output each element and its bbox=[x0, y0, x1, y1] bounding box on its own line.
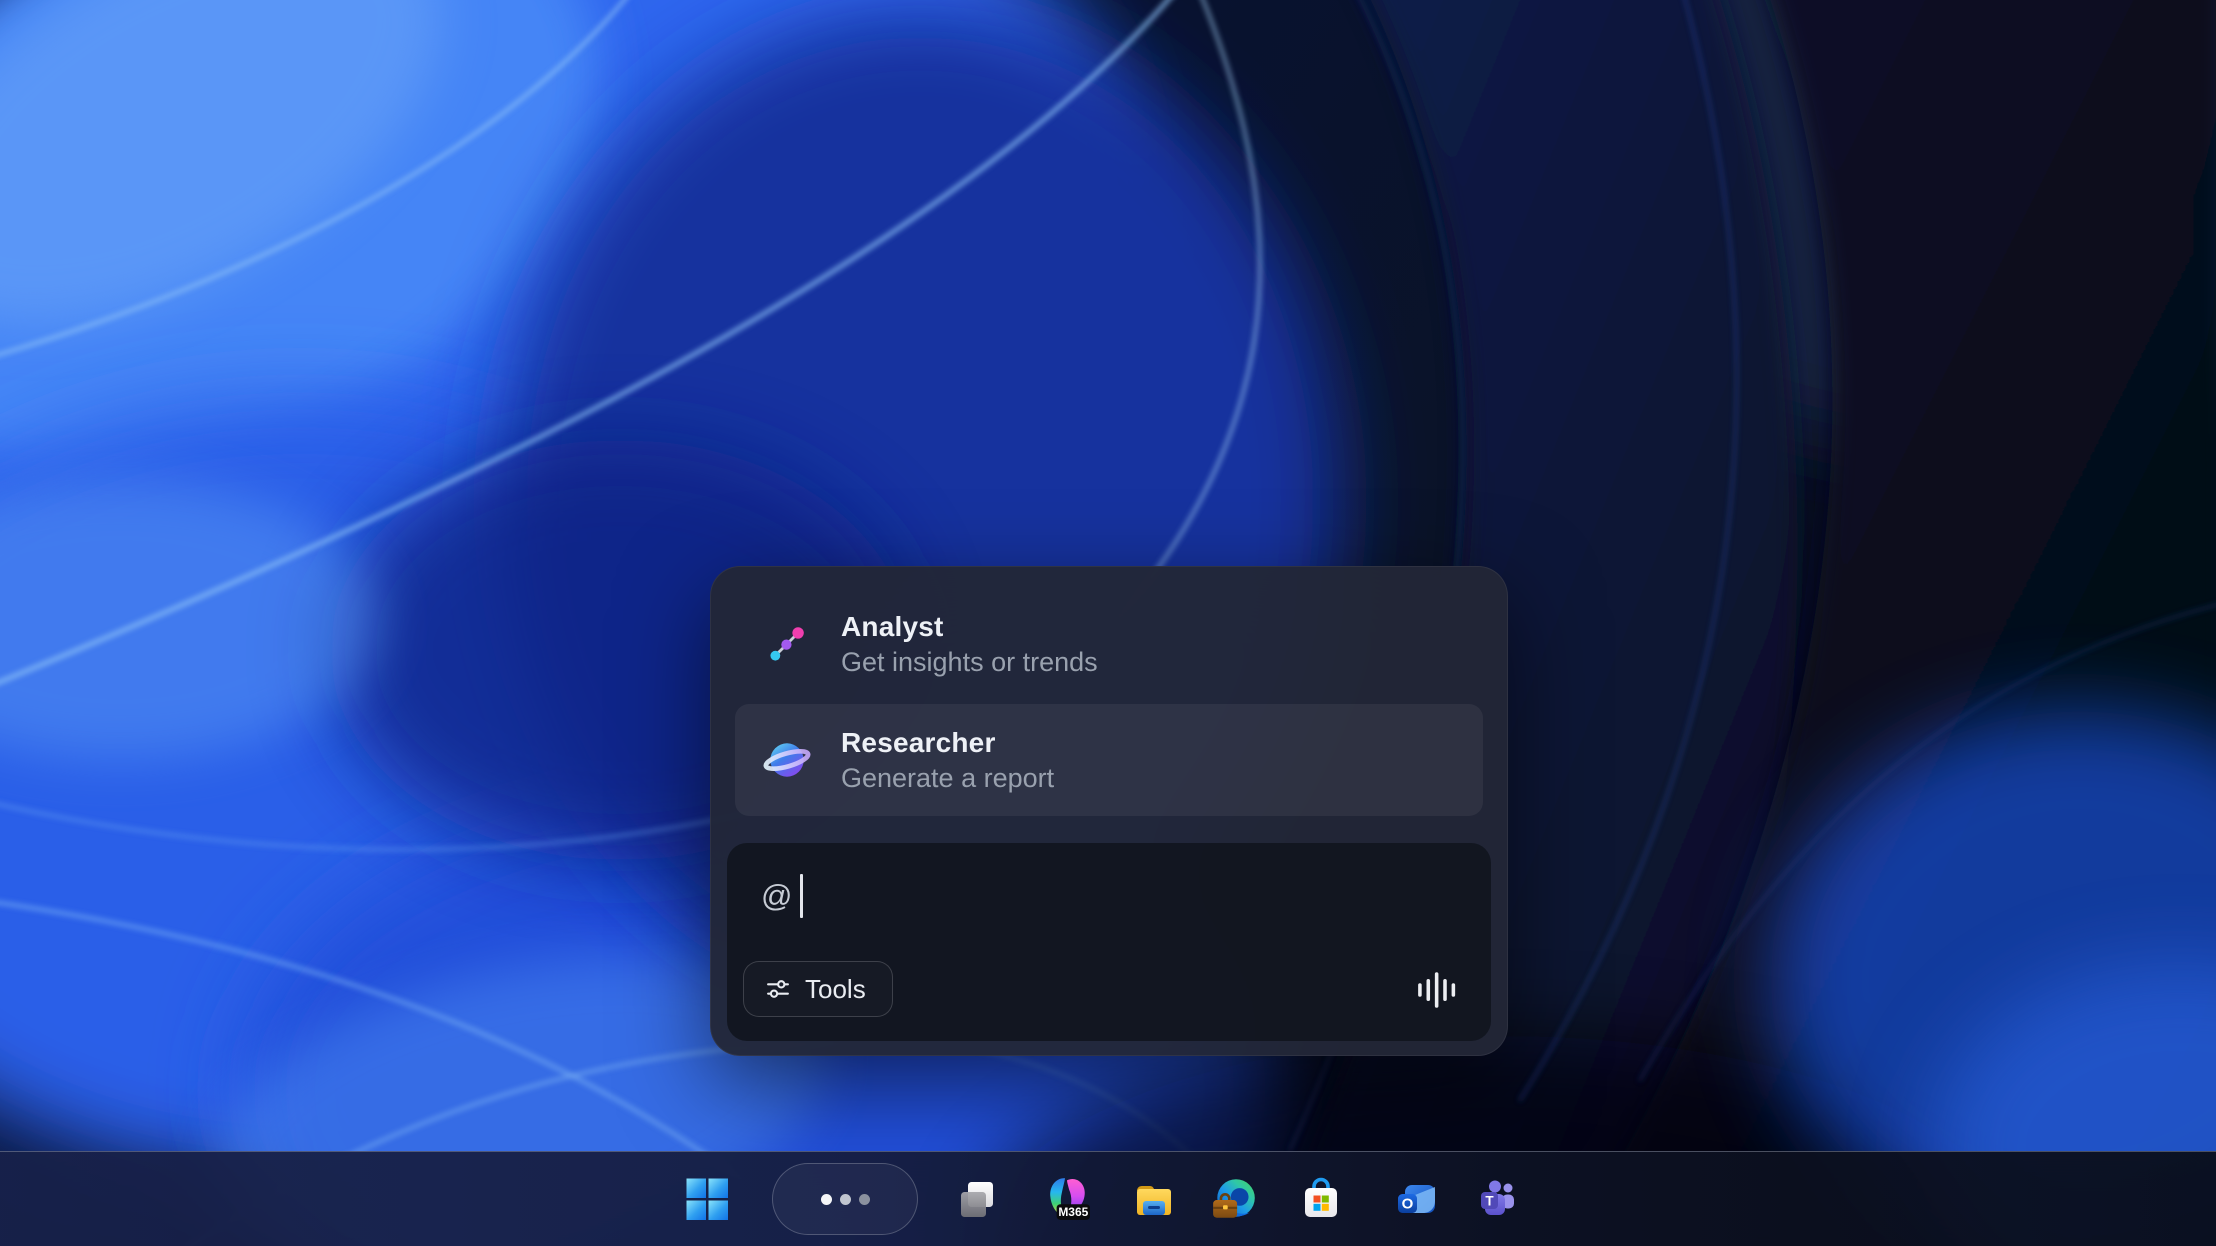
voice-waveform-icon bbox=[1415, 969, 1461, 1011]
windows-start-icon bbox=[683, 1175, 731, 1223]
agent-title: Researcher bbox=[841, 725, 1054, 761]
agent-row-analyst[interactable]: Analyst Get insights or trends bbox=[735, 589, 1483, 699]
edge-icon bbox=[1210, 1174, 1260, 1224]
taskbar-app-file-explorer[interactable] bbox=[1130, 1175, 1178, 1223]
agent-title: Analyst bbox=[841, 609, 1098, 645]
tools-button[interactable]: Tools bbox=[743, 961, 893, 1017]
agent-subtitle: Get insights or trends bbox=[841, 645, 1098, 680]
taskbar-app-m365-copilot[interactable]: M365 bbox=[1042, 1175, 1090, 1223]
agent-subtitle: Generate a report bbox=[841, 761, 1054, 796]
file-explorer-icon bbox=[1130, 1175, 1178, 1223]
agent-row-researcher[interactable]: Researcher Generate a report bbox=[735, 704, 1483, 816]
text-cursor bbox=[800, 874, 803, 918]
typing-dots-icon bbox=[821, 1194, 870, 1205]
outlook-letter: O bbox=[1402, 1196, 1414, 1213]
start-button[interactable] bbox=[683, 1175, 731, 1223]
taskbar-app-edge[interactable] bbox=[1211, 1175, 1259, 1223]
task-view-icon bbox=[953, 1175, 1001, 1223]
teams-letter: T bbox=[1485, 1194, 1494, 1209]
prompt-input[interactable]: @ Tools bbox=[727, 843, 1491, 1041]
taskbar-app-outlook[interactable]: O bbox=[1391, 1175, 1439, 1223]
copilot-taskbar-pill[interactable] bbox=[772, 1163, 918, 1235]
prompt-input-value: @ bbox=[761, 873, 792, 919]
taskbar-app-store[interactable] bbox=[1297, 1175, 1345, 1223]
teams-icon: T bbox=[1474, 1175, 1522, 1223]
taskbar: M365 bbox=[0, 1151, 2216, 1246]
researcher-planet-icon bbox=[763, 736, 811, 784]
tools-button-label: Tools bbox=[805, 974, 866, 1005]
m365-badge: M365 bbox=[1058, 1205, 1088, 1219]
taskbar-app-teams[interactable]: T bbox=[1474, 1175, 1522, 1223]
m365-copilot-icon: M365 bbox=[1041, 1174, 1091, 1224]
sliders-icon bbox=[764, 975, 792, 1003]
copilot-agent-panel: Analyst Get insights or trends bbox=[710, 566, 1508, 1056]
taskbar-app-task-view[interactable] bbox=[953, 1175, 1001, 1223]
outlook-icon: O bbox=[1391, 1175, 1439, 1223]
microsoft-store-icon bbox=[1297, 1175, 1345, 1223]
analyst-trend-icon bbox=[763, 620, 811, 668]
desktop-screen: Analyst Get insights or trends bbox=[0, 0, 2216, 1246]
voice-button[interactable] bbox=[1415, 969, 1461, 1011]
